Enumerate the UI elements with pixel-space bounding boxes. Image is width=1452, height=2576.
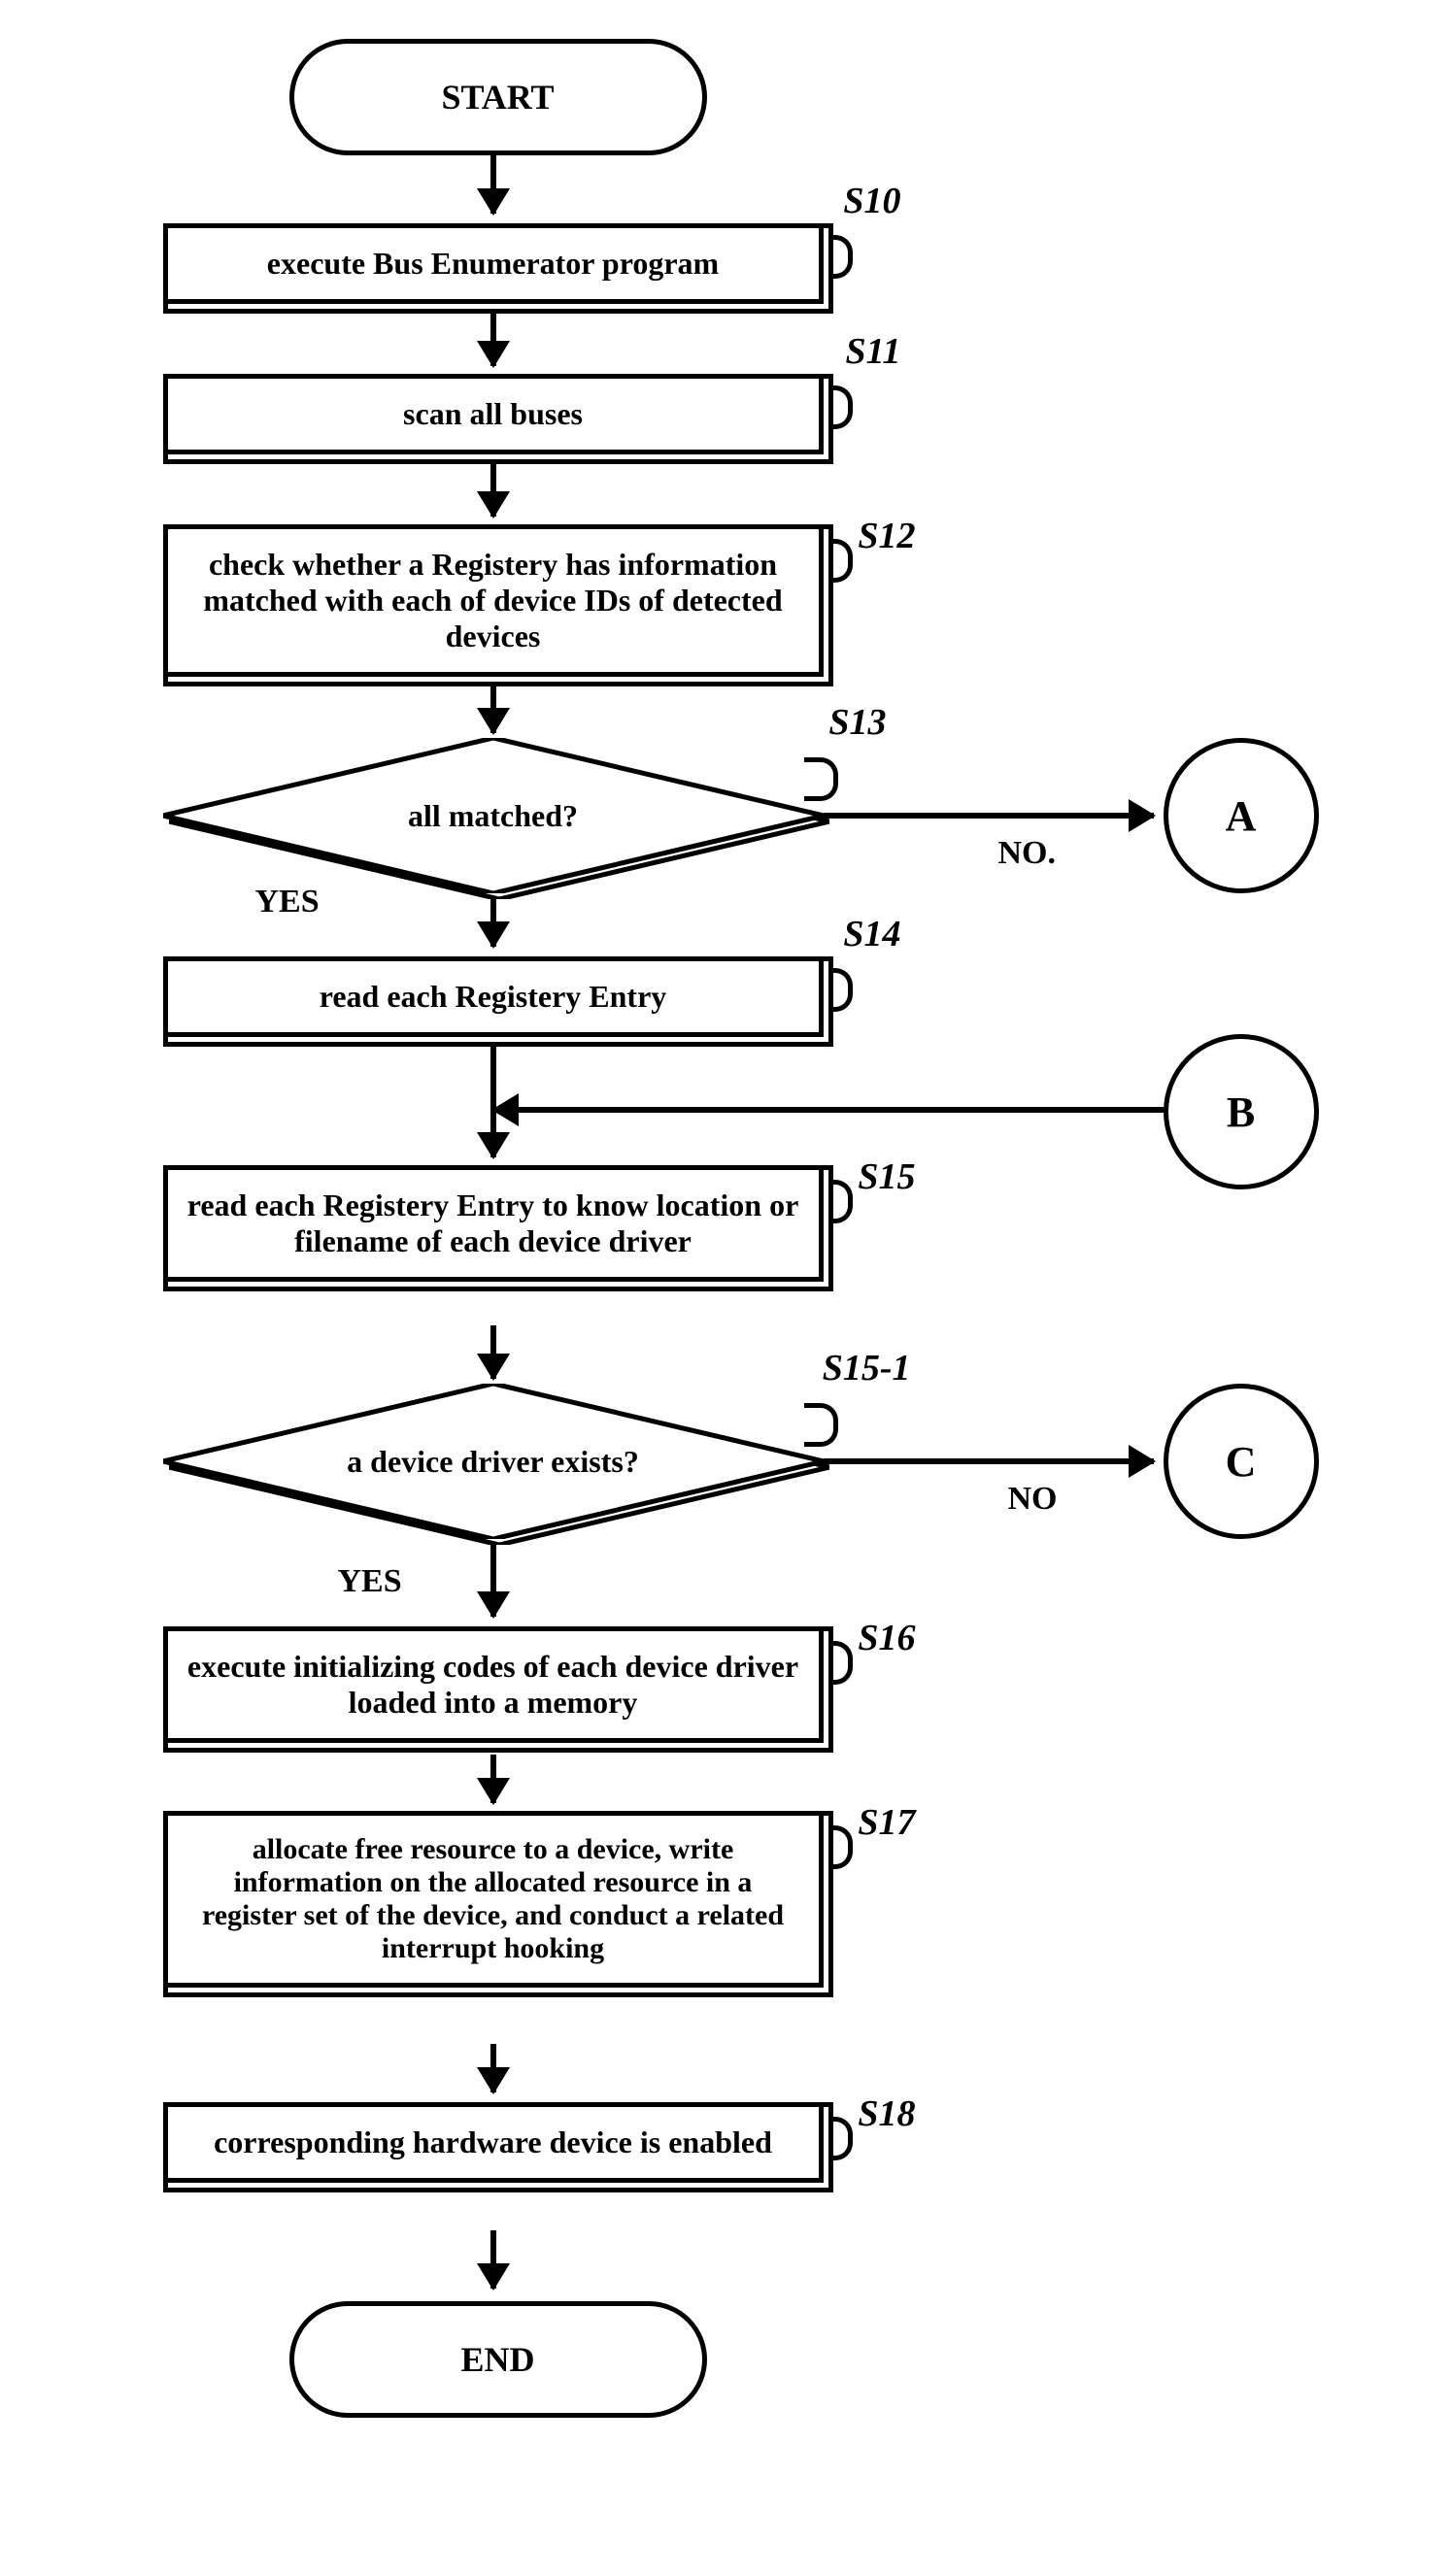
step-s11: scan all buses	[163, 374, 824, 454]
connector-a: A	[1164, 738, 1319, 893]
label-s18: S18	[858, 2092, 915, 2135]
arrow	[490, 1539, 496, 1617]
step-text: execute initializing codes of each devic…	[187, 1649, 798, 1720]
label-s15-1: S15-1	[823, 1347, 911, 1389]
arrow	[824, 1458, 1154, 1464]
step-text: execute Bus Enumerator program	[267, 246, 719, 281]
connector-c: C	[1164, 1384, 1319, 1539]
connector-label: A	[1226, 791, 1257, 841]
step-s16: execute initializing codes of each devic…	[163, 1626, 824, 1743]
step-text: read each Registery Entry	[320, 979, 667, 1014]
step-s17: allocate free resource to a device, writ…	[163, 1811, 824, 1988]
step-s14: read each Registery Entry	[163, 956, 824, 1037]
label-s11: S11	[845, 330, 900, 373]
edge-no: NO.	[998, 835, 1057, 872]
arrow	[490, 893, 496, 947]
decision-s15-1: a device driver exists?	[163, 1384, 824, 1539]
step-text: scan all buses	[403, 396, 583, 431]
connector-label: C	[1226, 1437, 1257, 1487]
label-s17: S17	[858, 1801, 915, 1844]
flowchart: START execute Bus Enumerator program S10…	[47, 39, 1406, 2466]
step-s15: read each Registery Entry to know locati…	[163, 1165, 824, 1282]
arrow	[490, 463, 496, 517]
end-label: END	[460, 2339, 534, 2380]
arrow	[824, 813, 1154, 819]
decision-text: all matched?	[408, 798, 578, 833]
label-s13: S13	[828, 701, 886, 744]
label-s16: S16	[858, 1617, 915, 1659]
step-text: check whether a Registery has informatio…	[203, 547, 782, 653]
arrow	[490, 2230, 496, 2289]
label-s12: S12	[858, 515, 915, 557]
step-text: corresponding hardware device is enabled	[214, 2124, 772, 2159]
arrow	[490, 1325, 496, 1379]
step-text: read each Registery Entry to know locati…	[187, 1188, 799, 1258]
step-s18: corresponding hardware device is enabled	[163, 2102, 824, 2183]
edge-no: NO	[1008, 1481, 1058, 1518]
decision-s13: all matched?	[163, 738, 824, 893]
step-s12: check whether a Registery has informatio…	[163, 524, 824, 677]
arrow	[490, 155, 496, 214]
step-text: allocate free resource to a device, writ…	[202, 1833, 784, 1964]
connector-b: B	[1164, 1034, 1319, 1189]
start-terminator: START	[289, 39, 707, 155]
label-s15: S15	[858, 1155, 915, 1198]
arrow	[490, 2044, 496, 2092]
arrow	[490, 1755, 496, 1803]
label-s14: S14	[843, 913, 900, 955]
step-s10: execute Bus Enumerator program	[163, 223, 824, 304]
end-terminator: END	[289, 2301, 707, 2418]
edge-yes: YES	[338, 1563, 402, 1600]
arrow	[490, 313, 496, 366]
decision-text: a device driver exists?	[347, 1444, 639, 1479]
arrow	[493, 1107, 1164, 1113]
label-s10: S10	[843, 180, 900, 222]
start-label: START	[441, 77, 554, 117]
arrow	[490, 685, 496, 733]
connector-label: B	[1227, 1087, 1255, 1137]
